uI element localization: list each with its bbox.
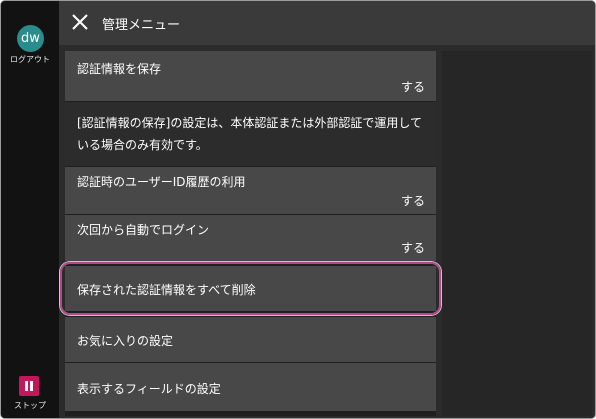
stop-icon bbox=[19, 376, 39, 396]
menu-item-label: 次回から自動でログイン bbox=[77, 223, 210, 237]
close-icon bbox=[72, 14, 88, 30]
close-button[interactable] bbox=[69, 11, 91, 33]
stop-label: ストップ bbox=[14, 401, 46, 410]
menu-item-favorites[interactable]: お気に入りの設定 bbox=[65, 317, 436, 362]
menu-item-label: 保存された認証情報をすべて削除 bbox=[77, 283, 256, 297]
save-auth-note: [認証情報の保存]の設定は、本体認証または外部認証で運用している場合のみ有効です… bbox=[65, 102, 436, 166]
note-text: [認証情報の保存]の設定は、本体認証または外部認証で運用している場合のみ有効です… bbox=[77, 116, 423, 152]
menu-item-save-auth[interactable]: 認証情報を保存 する bbox=[65, 51, 436, 101]
menu-item-value: する bbox=[400, 80, 425, 94]
page-title: 管理メニュー bbox=[102, 18, 181, 33]
logout-label: ログアウト bbox=[10, 55, 50, 64]
avatar: dw bbox=[17, 25, 44, 52]
menu-item-label: 認証時のユーザーID履歴の利用 bbox=[77, 175, 246, 189]
menu-item-value: する bbox=[400, 194, 425, 208]
device-panel: dw ログアウト ストップ 管理メニュー 認証情報を保存 する [認証情報の保存… bbox=[0, 0, 596, 419]
menu-item-label: お気に入りの設定 bbox=[77, 334, 174, 348]
main-content: 認証情報を保存 する [認証情報の保存]の設定は、本体認証または外部認証で運用し… bbox=[59, 45, 595, 418]
menu-item-auto-login[interactable]: 次回から自動でログイン する bbox=[65, 215, 436, 261]
detail-pane bbox=[442, 51, 592, 416]
left-sidebar: dw ログアウト ストップ bbox=[1, 1, 59, 418]
menu-item-label: 表示するフィールドの設定 bbox=[77, 382, 221, 396]
settings-menu-list: 認証情報を保存 する [認証情報の保存]の設定は、本体認証または外部認証で運用し… bbox=[65, 51, 436, 416]
menu-item-label: 認証情報を保存 bbox=[77, 62, 162, 76]
menu-item-user-id-history[interactable]: 認証時のユーザーID履歴の利用 する bbox=[65, 167, 436, 214]
menu-item-value: する bbox=[400, 241, 425, 255]
menu-item-display-fields[interactable]: 表示するフィールドの設定 bbox=[65, 363, 436, 411]
header-bar: 管理メニュー bbox=[59, 1, 595, 45]
menu-item-delete-saved-auth[interactable]: 保存された認証情報をすべて削除 bbox=[65, 266, 436, 311]
stop-button[interactable]: ストップ bbox=[1, 371, 59, 415]
